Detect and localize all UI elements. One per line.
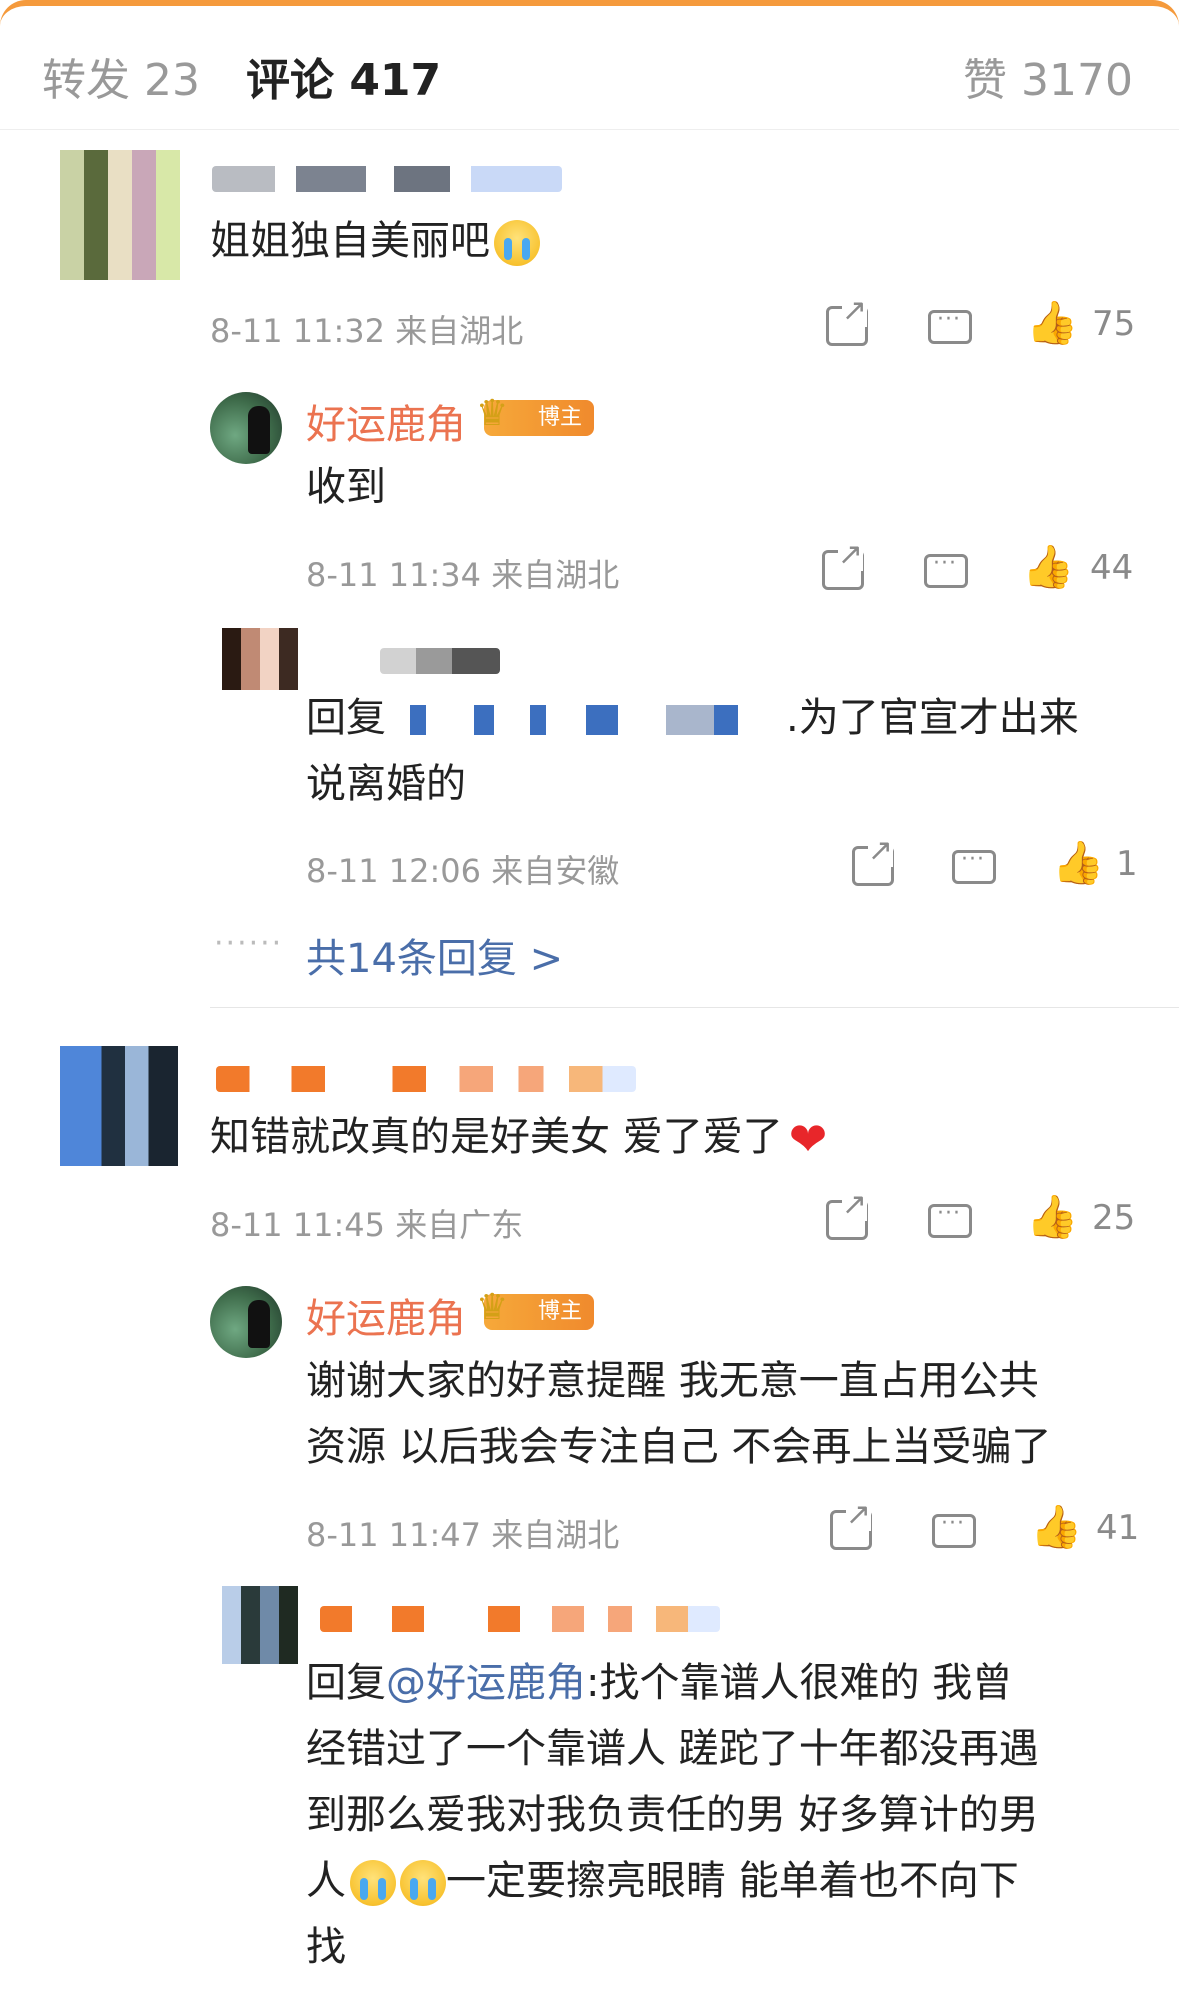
- share-icon[interactable]: [852, 835, 894, 886]
- comment-icon[interactable]: [924, 551, 968, 588]
- more-replies-link[interactable]: 共14条回复 >: [306, 926, 563, 984]
- crying-face-icon: [494, 220, 540, 266]
- username-blurred[interactable]: [380, 648, 500, 674]
- reply-meta: 8-11 11:34 来自湖北: [306, 556, 620, 594]
- badge-label: 博主: [537, 405, 582, 430]
- sub-reply-text-line2: 说离婚的: [306, 761, 466, 807]
- like-icon[interactable]: 👍: [1022, 544, 1074, 590]
- avatar[interactable]: [60, 150, 180, 280]
- sub-reply-line5: 找: [306, 1924, 346, 1970]
- blogger-badge: ♛ 博主: [476, 393, 594, 436]
- comment-text: 知错就改真的是好美女 爱了爱了 ❤: [210, 1104, 827, 1170]
- share-icon[interactable]: [830, 1499, 872, 1550]
- comment-icon[interactable]: [928, 1201, 972, 1238]
- more-dots: ······: [214, 926, 284, 961]
- sub-reply-line1: 回复@好运鹿角:找个靠谱人很难的 我曾: [306, 1650, 1012, 1716]
- comment-icon[interactable]: [928, 307, 972, 344]
- avatar[interactable]: [210, 392, 282, 464]
- share-icon[interactable]: [826, 1189, 868, 1240]
- comment-meta: 8-11 11:45 来自广东: [210, 1206, 524, 1244]
- author-name[interactable]: 好运鹿角: [306, 392, 466, 450]
- avatar[interactable]: [222, 1586, 298, 1664]
- like-icon[interactable]: 👍: [1052, 840, 1104, 886]
- reply-prefix: 回复: [306, 1660, 386, 1706]
- sub-reply-line4-start: 人: [306, 1858, 346, 1904]
- crown-icon: ♛: [476, 393, 509, 434]
- comment-icon[interactable]: [952, 847, 996, 884]
- reply-meta: 8-11 11:47 来自湖北: [306, 1516, 620, 1554]
- heart-icon: ❤: [788, 1112, 828, 1166]
- comment-icon[interactable]: [932, 1511, 976, 1548]
- reply-text-line1: 谢谢大家的好意提醒 我无意一直占用公共: [306, 1358, 1039, 1404]
- blogger-badge: ♛ 博主: [476, 1287, 594, 1330]
- like-icon[interactable]: 👍: [1026, 1194, 1078, 1240]
- reply-prefix: 回复: [306, 695, 386, 741]
- comment-text: 姐姐独自美丽吧: [210, 208, 540, 274]
- like-icon[interactable]: 👍: [1026, 300, 1078, 346]
- avatar[interactable]: [210, 1286, 282, 1358]
- comment-text-content: 知错就改真的是好美女 爱了爱了: [210, 1114, 783, 1160]
- divider: [210, 1007, 1179, 1008]
- comment-text-content: 姐姐独自美丽吧: [210, 218, 490, 264]
- author-name[interactable]: 好运鹿角: [306, 1286, 466, 1344]
- username-blurred[interactable]: [216, 1066, 636, 1092]
- username-blurred[interactable]: [212, 166, 562, 192]
- reply-text-line2: 资源 以后我会专注自己 不会再上当受骗了: [306, 1424, 1052, 1470]
- like-count: 41: [1096, 1508, 1140, 1548]
- crown-icon: ♛: [476, 1287, 509, 1328]
- tab-bar: 转发 23 评论 417 赞 3170: [0, 0, 1179, 130]
- tab-repost[interactable]: 转发 23: [42, 44, 200, 108]
- like-count: 44: [1090, 548, 1134, 588]
- sub-reply-line3: 到那么爱我对我负责任的男 好多算计的男: [306, 1792, 1039, 1838]
- tab-comment[interactable]: 评论 417: [246, 44, 441, 108]
- sub-reply-line4: 人 一定要擦亮眼睛 能单着也不向下: [306, 1848, 1019, 1914]
- sub-reply-line1-rest: :找个靠谱人很难的 我曾: [586, 1660, 1013, 1706]
- like-icon[interactable]: 👍: [1030, 1504, 1082, 1550]
- avatar[interactable]: [60, 1046, 178, 1166]
- sub-reply-text-suffix: .为了官宣才出来: [786, 695, 1079, 741]
- crying-face-icon: [400, 1860, 446, 1906]
- username-blurred[interactable]: [320, 1606, 720, 1632]
- sub-reply-line2: 经错过了一个靠谱人 蹉跎了十年都没再遇: [306, 1726, 1039, 1772]
- sub-reply-line4-rest: 一定要擦亮眼睛 能单着也不向下: [446, 1858, 1019, 1904]
- like-count: 75: [1092, 304, 1136, 344]
- like-count: 1: [1116, 844, 1138, 884]
- tab-like[interactable]: 赞 3170: [963, 44, 1133, 108]
- share-icon[interactable]: [826, 295, 868, 346]
- mention-blurred[interactable]: [386, 705, 786, 735]
- reply-text: 收到: [306, 464, 386, 510]
- sub-reply-text: 回复 .为了官宣才出来: [306, 685, 1079, 751]
- mention-link[interactable]: @好运鹿角: [386, 1660, 586, 1706]
- like-count: 25: [1092, 1198, 1136, 1238]
- badge-label: 博主: [537, 1299, 582, 1324]
- crying-face-icon: [350, 1860, 396, 1906]
- sub-reply-meta: 8-11 12:06 来自安徽: [306, 852, 620, 890]
- avatar[interactable]: [222, 628, 298, 690]
- share-icon[interactable]: [822, 539, 864, 590]
- comment-meta: 8-11 11:32 来自湖北: [210, 312, 524, 350]
